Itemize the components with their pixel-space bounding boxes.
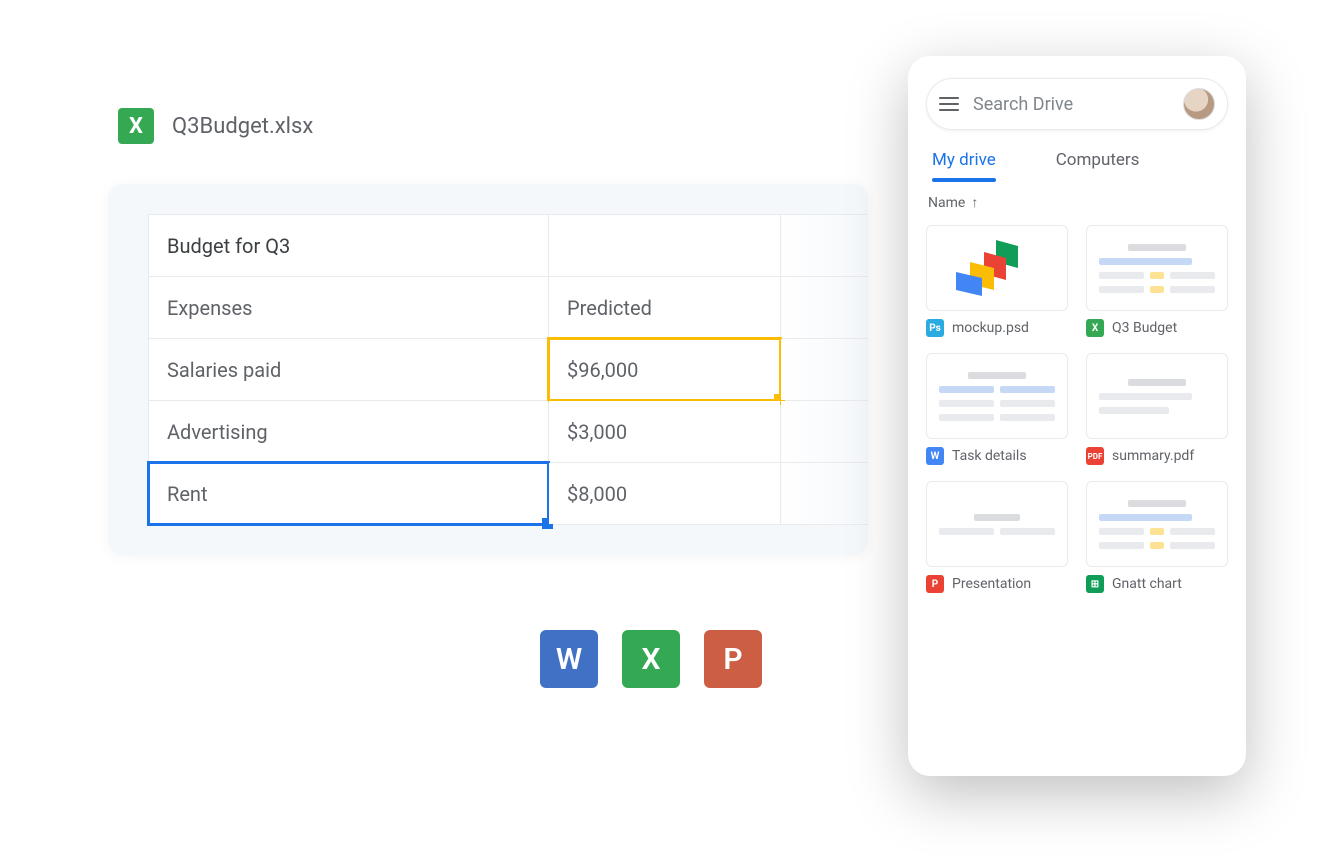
word-icon: W [540,630,598,688]
file-label: summary.pdf [1112,448,1194,464]
cell-b4[interactable]: $3,000 [549,401,781,463]
cell-b3-value: $96,000 [567,358,638,382]
table-row: Rent $8,000 [149,463,869,525]
cell-a5-value: Rent [167,482,208,506]
office-icon-row: W X P [540,630,762,688]
powerpoint-mini-icon: P [926,575,944,593]
word-mini-icon: W [926,447,944,465]
cell-a3[interactable]: Salaries paid [149,339,549,401]
file-grid: Ps mockup.psd X Q3 Budget [926,225,1228,593]
file-thumbnail [1086,481,1228,567]
file-thumbnail [1086,225,1228,311]
file-item-q3budget[interactable]: X Q3 Budget [1086,225,1228,337]
excel-icon: X [118,108,154,144]
file-item-mockup[interactable]: Ps mockup.psd [926,225,1068,337]
cell-c2[interactable] [781,277,869,339]
file-header: X Q3Budget.xlsx [118,108,868,144]
spreadsheet-area: X Q3Budget.xlsx Budget for Q3 Expenses P… [108,108,868,555]
tab-computers[interactable]: Computers [1056,150,1140,180]
cell-c4[interactable] [781,401,869,463]
file-item-gantt[interactable]: ⊞ Gnatt chart [1086,481,1228,593]
pdf-icon: PDF [1086,447,1104,465]
sheets-icon: ⊞ [1086,575,1104,593]
file-label: mockup.psd [952,320,1029,336]
excel-mini-icon: X [1086,319,1104,337]
sort-label: Name [928,195,965,211]
table-row: Budget for Q3 [149,215,869,277]
photoshop-icon: Ps [926,319,944,337]
cell-a2[interactable]: Expenses [149,277,549,339]
excel-icon-large: X [622,630,680,688]
cell-b2[interactable]: Predicted [549,277,781,339]
spreadsheet-card: Budget for Q3 Expenses Predicted Salarie… [108,184,868,555]
file-label: Task details [952,448,1027,464]
cell-a4[interactable]: Advertising [149,401,549,463]
cell-a1[interactable]: Budget for Q3 [149,215,549,277]
file-label: Gnatt chart [1112,576,1182,592]
cell-c3[interactable] [781,339,869,401]
search-bar[interactable]: Search Drive [926,78,1228,130]
file-item-presentation[interactable]: P Presentation [926,481,1068,593]
arrow-up-icon: ↑ [971,194,978,211]
file-thumbnail [926,481,1068,567]
file-thumbnail [1086,353,1228,439]
search-placeholder[interactable]: Search Drive [973,94,1169,115]
table-row: Salaries paid $96,000 [149,339,869,401]
spreadsheet-table[interactable]: Budget for Q3 Expenses Predicted Salarie… [148,214,868,525]
file-item-summary[interactable]: PDF summary.pdf [1086,353,1228,465]
powerpoint-icon: P [704,630,762,688]
file-item-taskdetails[interactable]: W Task details [926,353,1068,465]
menu-icon[interactable] [939,97,959,111]
file-label: Presentation [952,576,1031,592]
cell-b3[interactable]: $96,000 [549,339,781,401]
file-thumbnail [926,353,1068,439]
drive-tabs: My drive Computers [932,150,1222,180]
file-label: Q3 Budget [1112,320,1177,336]
cell-c5[interactable] [781,463,869,525]
drive-panel: Search Drive My drive Computers Name ↑ [908,56,1246,776]
file-thumbnail [926,225,1068,311]
cell-b1[interactable] [549,215,781,277]
table-row: Expenses Predicted [149,277,869,339]
avatar[interactable] [1183,88,1215,120]
cell-b5[interactable]: $8,000 [549,463,781,525]
cell-c1[interactable] [781,215,869,277]
cell-a5[interactable]: Rent [149,463,549,525]
tab-my-drive[interactable]: My drive [932,150,996,180]
file-name: Q3Budget.xlsx [172,114,313,139]
table-row: Advertising $3,000 [149,401,869,463]
sort-control[interactable]: Name ↑ [928,194,1226,211]
